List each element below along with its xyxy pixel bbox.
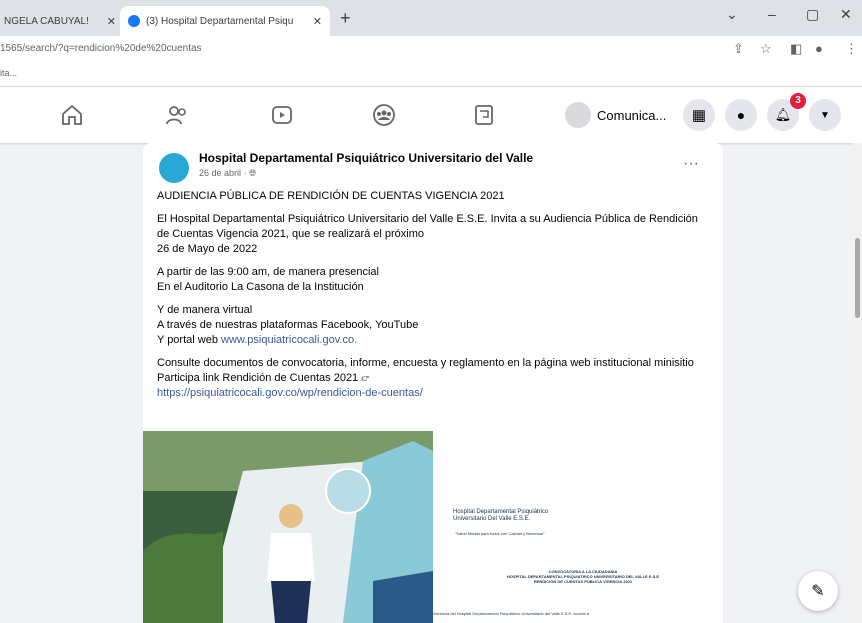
profile-shortcut[interactable]: Comunica... <box>565 99 666 131</box>
post-paragraph: Consulte documentos de convocatoria, inf… <box>157 356 712 401</box>
poster-footer: Gerencia del Hospital Departamental Psiq… <box>433 611 590 616</box>
new-tab-icon[interactable]: + <box>340 8 351 29</box>
side-panel-icon[interactable]: ◧ <box>790 41 802 57</box>
profile-icon[interactable]: ● <box>815 41 823 56</box>
messenger-icon: ● <box>736 107 746 123</box>
restore-icon[interactable]: ▢ <box>806 6 819 23</box>
photo-collage <box>143 431 433 623</box>
grid-icon: ▦ <box>691 107 707 124</box>
post-text-line: 26 de Mayo de 2022 <box>157 243 258 255</box>
pointing-hand-icon: 👉︎ <box>361 372 370 384</box>
bookmark-star-icon[interactable]: ☆ <box>760 41 772 57</box>
post-paragraph: Y de manera virtual A través de nuestras … <box>157 303 712 348</box>
home-icon[interactable] <box>60 103 84 127</box>
friends-icon[interactable] <box>165 103 189 127</box>
browser-tab-2[interactable]: (3) Hospital Departamental Psiqu ✕ <box>120 6 330 36</box>
menu-grid-button[interactable]: ▦ <box>683 99 715 131</box>
account-button[interactable]: ▼ <box>809 99 841 131</box>
poster-org-line: Hospital Departamental Psiquiátrico <box>453 509 549 515</box>
avatar <box>565 102 591 128</box>
poster-slogan: "Salud Mental para todos con Calidad y B… <box>455 531 545 536</box>
minimize-icon[interactable]: – <box>768 6 776 22</box>
post-options-button[interactable]: ··· <box>683 155 699 173</box>
post-body: AUDIENCIA PÚBLICA DE RENDICIÓN DE CUENTA… <box>157 189 712 409</box>
post-author[interactable]: Hospital Departamental Psiquiátrico Univ… <box>199 151 533 165</box>
new-message-button[interactable]: ✎ <box>798 571 838 611</box>
address-bar: 1565/search/?q=rendicion%20de%20cuentas … <box>0 36 862 64</box>
gaming-icon[interactable] <box>472 103 496 127</box>
profile-label: Comunica... <box>597 107 667 123</box>
post-text-line: Consulte documentos de convocatoria, inf… <box>157 357 694 384</box>
post-text-line: Y portal web <box>157 334 222 346</box>
bookmarks-bar: ita... <box>0 64 862 87</box>
poster-convocatoria: CONVOCATORIA A LA CIUDADANIA HOSPITAL DEP… <box>453 569 713 584</box>
post-image[interactable]: Hospital Departamental Psiquiátrico Unive… <box>143 431 723 623</box>
page-avatar[interactable] <box>159 153 189 183</box>
scrollbar-track[interactable] <box>852 143 862 623</box>
post-text-line: A partir de las 9:00 am, de manera prese… <box>157 266 379 278</box>
post-text-line: El Hospital Departamental Psiquiátrico U… <box>157 213 698 240</box>
post-text-line: En el Auditorio La Casona de la Instituc… <box>157 281 364 293</box>
post-paragraph: A partir de las 9:00 am, de manera prese… <box>157 265 712 295</box>
tab-title: (3) Hospital Departamental Psiqu <box>146 15 294 27</box>
post-paragraph: El Hospital Departamental Psiquiátrico U… <box>157 212 712 257</box>
more-menu-icon[interactable]: ⋮ <box>845 41 858 57</box>
post-text-line: Y de manera virtual <box>157 304 253 316</box>
tab-title: NGELA CABUYAL! <box>4 15 89 27</box>
notification-badge: 3 <box>790 93 806 109</box>
post-date[interactable]: 26 de abril · 🌐︎ <box>199 168 256 179</box>
post-text-line: A través de nuestras plataformas Faceboo… <box>157 319 419 331</box>
bell-icon: 🔔︎ <box>774 107 792 122</box>
facebook-top-nav: Comunica... ▦ ● 🔔︎ 3 ▼ <box>0 87 862 143</box>
post-date-text: 26 de abril · <box>199 168 250 178</box>
share-icon[interactable]: ⇪ <box>733 41 744 57</box>
groups-icon[interactable] <box>372 103 396 127</box>
compose-icon: ✎ <box>811 583 825 600</box>
chevron-down-icon[interactable]: ⌄ <box>726 6 738 23</box>
poster-org-line: Universitario Del Valle E.S.E. <box>453 516 531 522</box>
watch-icon[interactable] <box>270 103 294 127</box>
post-card: Hospital Departamental Psiquiátrico Univ… <box>143 143 723 623</box>
close-tab-icon[interactable]: ✕ <box>313 15 322 28</box>
website-link[interactable]: www.psiquiatricocali.gov.co. <box>221 334 357 346</box>
post-title-line: AUDIENCIA PÚBLICA DE RENDICIÓN DE CUENTA… <box>157 190 505 202</box>
convocatoria-poster: Hospital Departamental Psiquiátrico Unive… <box>433 431 723 623</box>
close-window-icon[interactable]: ✕ <box>840 6 852 23</box>
url-field[interactable]: 1565/search/?q=rendicion%20de%20cuentas <box>0 43 202 54</box>
rendicion-link[interactable]: https://psiquiatricocali.gov.co/wp/rendi… <box>157 387 423 399</box>
messenger-button[interactable]: ● <box>725 99 757 131</box>
scrollbar-thumb[interactable] <box>855 238 860 318</box>
poster-org-name: Hospital Departamental Psiquiátrico Unive… <box>453 509 548 523</box>
bookmark-item[interactable]: ita... <box>0 68 17 78</box>
facebook-favicon-icon <box>128 15 140 27</box>
browser-tab-1[interactable]: NGELA CABUYAL! ✕ <box>0 6 124 36</box>
poster-conv-line: RENDICIÓN DE CUENTAS PÚBLICA VIGENCIA 20… <box>533 579 633 584</box>
collage-graphic <box>143 431 433 623</box>
browser-tab-bar: NGELA CABUYAL! ✕ (3) Hospital Departamen… <box>0 0 862 36</box>
close-tab-icon[interactable]: ✕ <box>107 15 116 28</box>
caret-down-icon: ▼ <box>820 109 830 121</box>
globe-icon: 🌐︎ <box>249 168 257 178</box>
